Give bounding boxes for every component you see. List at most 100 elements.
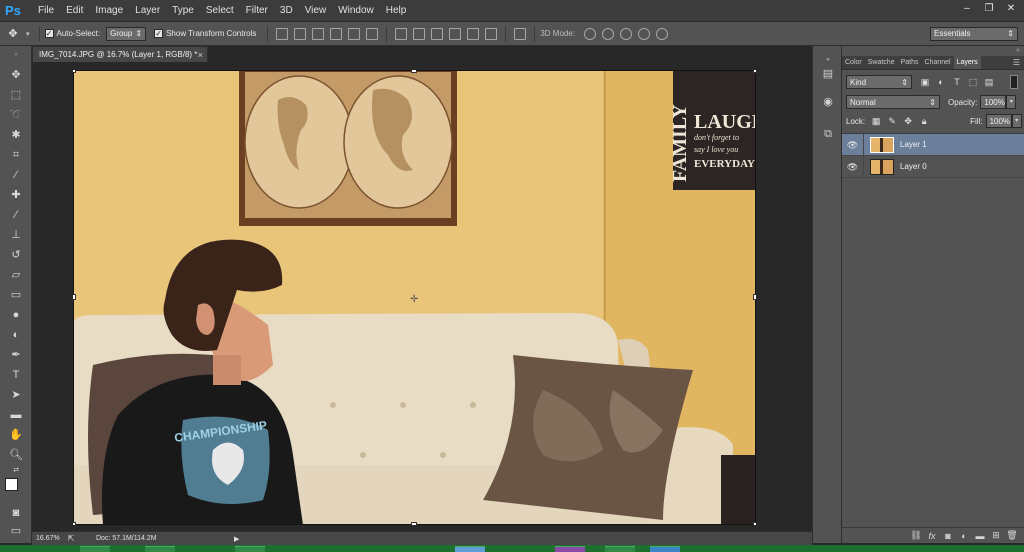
history-panel-icon[interactable]: ▤: [820, 66, 836, 82]
zoom-tool-icon[interactable]: 🔍︎: [8, 448, 24, 462]
auto-select-dropdown[interactable]: Group ⇕: [106, 26, 147, 41]
menu-edit[interactable]: Edit: [60, 0, 89, 22]
menu-window[interactable]: Window: [332, 0, 380, 22]
scale-3d-icon[interactable]: [656, 27, 669, 40]
show-transform-checkbox[interactable]: ✓: [154, 29, 164, 38]
transform-handle[interactable]: [753, 294, 756, 300]
visibility-eye-icon[interactable]: 👁︎: [842, 155, 864, 178]
transform-handle[interactable]: [753, 522, 756, 525]
layer-row-layer-1[interactable]: 👁︎ Layer 1: [842, 133, 1024, 156]
shape-filter-icon[interactable]: ⬚: [968, 77, 978, 87]
align-vcenter-icon[interactable]: [294, 27, 307, 40]
restore-button[interactable]: ❐: [980, 2, 998, 16]
export-icon[interactable]: ⇱: [64, 534, 78, 543]
tab-channels[interactable]: Channel: [922, 56, 954, 69]
tab-paths[interactable]: Paths: [898, 56, 922, 69]
document-tab[interactable]: IMG_7014.JPG @ 16.7% (Layer 1, RGB/8) * …: [32, 46, 208, 62]
taskbar-app[interactable]: [650, 546, 680, 552]
taskbar-app[interactable]: [455, 546, 485, 552]
close-window-button[interactable]: ✕: [1002, 2, 1020, 16]
lock-position-icon[interactable]: ✥: [903, 116, 913, 126]
drag-3d-icon[interactable]: [620, 27, 633, 40]
minimize-button[interactable]: –: [958, 2, 976, 16]
type-tool-icon[interactable]: T: [8, 368, 24, 382]
fx-icon[interactable]: fx: [924, 531, 940, 541]
transform-handle[interactable]: [753, 70, 756, 73]
toolbox-collapse-icon[interactable]: «: [8, 48, 24, 62]
taskbar-app[interactable]: [80, 546, 110, 552]
mask-icon[interactable]: ◙: [940, 531, 956, 541]
menu-select[interactable]: Select: [200, 0, 240, 22]
taskbar-app[interactable]: [235, 546, 265, 552]
distribute-top-icon[interactable]: [395, 27, 408, 40]
panel-collapse-icon[interactable]: «: [1016, 47, 1020, 54]
quick-mask-icon[interactable]: ◙: [8, 506, 24, 520]
smart-object-filter-icon[interactable]: ▤: [984, 77, 994, 87]
rotate-3d-icon[interactable]: [584, 27, 597, 40]
panel-menu-icon[interactable]: ☰: [1013, 58, 1020, 67]
close-tab-icon[interactable]: ×: [198, 47, 203, 63]
crop-tool-icon[interactable]: ⌗: [8, 148, 24, 162]
align-bottom-icon[interactable]: [312, 27, 325, 40]
pixel-filter-icon[interactable]: ▣: [920, 77, 930, 87]
folder-icon[interactable]: ▬: [972, 531, 988, 541]
taskbar-app[interactable]: [555, 546, 585, 552]
roll-3d-icon[interactable]: [602, 27, 615, 40]
align-hcenter-icon[interactable]: [348, 27, 361, 40]
menu-image[interactable]: Image: [89, 0, 129, 22]
type-filter-icon[interactable]: T: [952, 77, 962, 87]
hand-tool-icon[interactable]: ✋: [8, 428, 24, 442]
adjustment-filter-icon[interactable]: ◐: [936, 77, 946, 87]
fill-field[interactable]: 100%: [985, 114, 1012, 128]
auto-select-checkbox[interactable]: ✓: [44, 29, 54, 38]
tab-color[interactable]: Color: [842, 56, 865, 69]
opacity-arrow-icon[interactable]: ▾: [1006, 95, 1017, 109]
transform-handle[interactable]: [411, 522, 417, 525]
zoom-level[interactable]: 16.67%: [32, 535, 64, 542]
shape-tool-icon[interactable]: ▬: [8, 408, 24, 422]
dodge-tool-icon[interactable]: ◐: [8, 328, 24, 342]
transform-handle[interactable]: [73, 70, 76, 73]
align-right-icon[interactable]: [366, 27, 379, 40]
transform-handle[interactable]: [73, 294, 76, 300]
align-left-icon[interactable]: [330, 27, 343, 40]
menu-file[interactable]: File: [32, 0, 60, 22]
tab-layers[interactable]: Layers: [953, 56, 981, 69]
move-tool-preset-icon[interactable]: ✥: [0, 27, 26, 40]
kind-filter-dropdown[interactable]: Kind ⇕: [846, 75, 912, 89]
distribute-right-icon[interactable]: [485, 27, 498, 40]
healing-tool-icon[interactable]: ✚: [8, 188, 24, 202]
pen-tool-icon[interactable]: ✒: [8, 348, 24, 362]
eyedropper-tool-icon[interactable]: ⁄: [8, 168, 24, 182]
menu-view[interactable]: View: [299, 0, 333, 22]
preset-dropdown-icon[interactable]: ▾: [26, 30, 30, 38]
brush-tool-icon[interactable]: ∕: [8, 208, 24, 222]
adjustment-icon[interactable]: ◐: [956, 531, 972, 541]
opacity-field[interactable]: 100%: [980, 95, 1007, 109]
screen-mode-icon[interactable]: ▭: [8, 524, 24, 538]
menu-layer[interactable]: Layer: [129, 0, 166, 22]
filter-toggle[interactable]: [1010, 75, 1018, 89]
menu-filter[interactable]: Filter: [240, 0, 274, 22]
foreground-color-swatch[interactable]: [5, 478, 18, 491]
fill-arrow-icon[interactable]: ▾: [1011, 114, 1022, 128]
gradient-tool-icon[interactable]: ▭: [8, 288, 24, 302]
layer-name[interactable]: Layer 0: [900, 162, 927, 171]
lock-all-icon[interactable]: 🔒︎: [919, 116, 929, 126]
tool-presets-icon[interactable]: ⧉: [820, 126, 836, 142]
slide-3d-icon[interactable]: [638, 27, 651, 40]
tab-swatches[interactable]: Swatche: [865, 56, 898, 69]
new-layer-icon[interactable]: ⊞: [988, 530, 1004, 541]
swap-colors-icon[interactable]: ⇄: [8, 464, 24, 478]
distribute-hcenter-icon[interactable]: [467, 27, 480, 40]
align-top-icon[interactable]: [276, 27, 289, 40]
move-tool-icon[interactable]: ✥: [8, 68, 24, 82]
auto-align-icon[interactable]: [514, 27, 527, 40]
menu-3d[interactable]: 3D: [274, 0, 299, 22]
taskbar-app[interactable]: [145, 546, 175, 552]
history-brush-icon[interactable]: ↺: [8, 248, 24, 262]
distribute-vcenter-icon[interactable]: [413, 27, 426, 40]
distribute-left-icon[interactable]: [449, 27, 462, 40]
canvas[interactable]: FAMILY LAUGH don't forget to say I love …: [73, 70, 756, 525]
lasso-tool-icon[interactable]: ➰: [8, 108, 24, 122]
